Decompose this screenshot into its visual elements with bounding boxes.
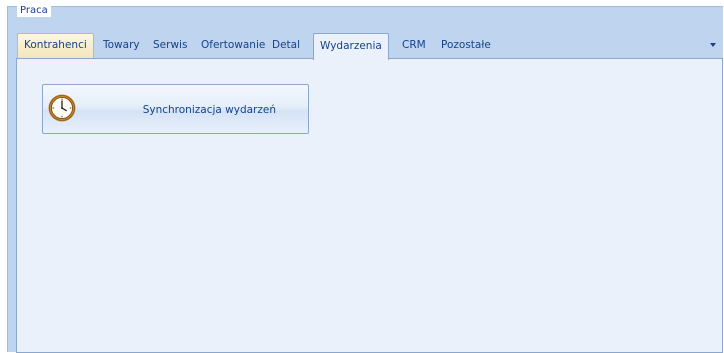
- sync-events-button[interactable]: Synchronizacja wydarzeń: [42, 84, 309, 134]
- tab-strip: Kontrahenci Towary Serwis Ofertowanie De…: [15, 33, 723, 60]
- tabs-dropdown-arrow-icon[interactable]: [710, 43, 716, 47]
- tab-serwis[interactable]: Serwis: [147, 33, 193, 58]
- tab-detal[interactable]: Detal: [266, 33, 306, 58]
- tab-kontrahenci[interactable]: Kontrahenci: [17, 33, 94, 58]
- tab-crm[interactable]: CRM: [396, 33, 432, 58]
- tab-wydarzenia[interactable]: Wydarzenia: [313, 33, 389, 60]
- tab-content-panel: Synchronizacja wydarzeń: [16, 58, 723, 353]
- group-title: Praca: [17, 5, 51, 17]
- group-box-praca: Praca Kontrahenci Towary Serwis Ofertowa…: [7, 5, 723, 353]
- sync-events-label: Synchronizacja wydarzeń: [142, 104, 276, 116]
- tab-pozostale[interactable]: Pozostałe: [435, 33, 497, 58]
- tab-towary[interactable]: Towary: [97, 33, 146, 58]
- tab-ofertowanie[interactable]: Ofertowanie: [195, 33, 271, 58]
